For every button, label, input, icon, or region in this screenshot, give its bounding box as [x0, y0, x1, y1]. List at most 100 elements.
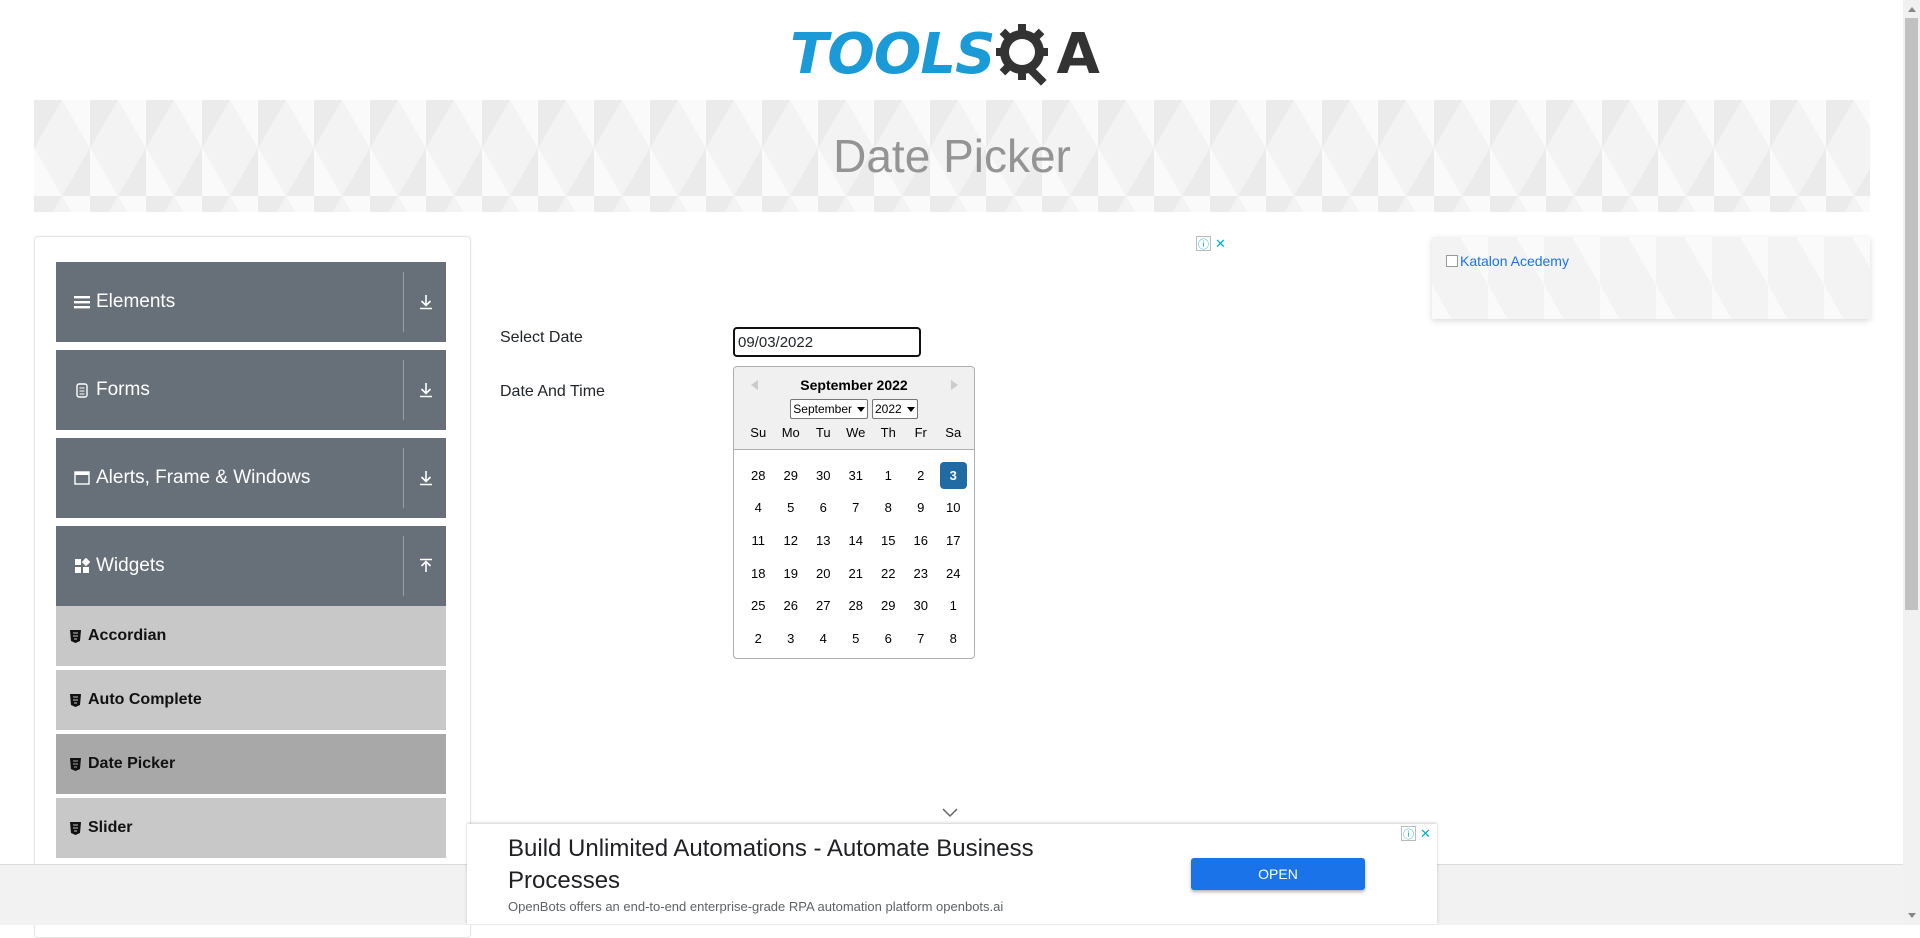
- year-select-value: 2022: [875, 402, 902, 416]
- sidebar-group-label: Forms: [96, 379, 150, 400]
- calendar-day[interactable]: 21: [840, 560, 873, 587]
- calendar-week: 25 26 27 28 29 30 1: [742, 589, 970, 622]
- download-arrow-icon[interactable]: [416, 380, 436, 400]
- toolsqa-logo[interactable]: TOOLS A: [790, 14, 1110, 94]
- chevron-down-icon: [857, 406, 865, 412]
- sidebar-item-label: Auto Complete: [88, 691, 202, 708]
- calendar-day[interactable]: 29: [775, 462, 808, 489]
- next-month-button[interactable]: [944, 375, 964, 395]
- calendar-day[interactable]: 2: [905, 462, 938, 489]
- sidebar-item-accordian[interactable]: Accordian: [56, 606, 446, 668]
- calendar-week: 18 19 20 21 22 23 24: [742, 557, 970, 590]
- right-ad[interactable]: Katalon Acedemy: [1432, 237, 1870, 319]
- calendar-day[interactable]: 16: [905, 527, 938, 554]
- calendar-day[interactable]: 27: [807, 592, 840, 619]
- ad-info-icon[interactable]: ⓘ: [1401, 826, 1416, 841]
- date-input[interactable]: [733, 327, 921, 357]
- calendar-day[interactable]: 20: [807, 560, 840, 587]
- calendar-day-selected[interactable]: 3: [939, 461, 967, 489]
- calendar-week: 28 29 30 31 1 2 3: [742, 459, 970, 492]
- broken-image-alt: Katalon Acedemy: [1460, 253, 1569, 269]
- bottom-ad[interactable]: Build Unlimited Automations - Automate B…: [467, 824, 1437, 924]
- chevron-down-icon[interactable]: [942, 808, 958, 818]
- calendar-day[interactable]: 30: [905, 592, 938, 619]
- hamburger-icon: [74, 294, 90, 310]
- page-scrollbar[interactable]: [1903, 0, 1920, 924]
- calendar-day[interactable]: 28: [742, 462, 775, 489]
- ad-close-icon[interactable]: ✕: [1418, 826, 1433, 841]
- calendar-day[interactable]: 24: [937, 560, 970, 587]
- ad-info-icon[interactable]: ⓘ: [1196, 236, 1211, 251]
- calendar-day[interactable]: 6: [872, 625, 905, 652]
- sidebar-item-label: Slider: [88, 819, 133, 836]
- sidebar-group-elements[interactable]: Elements: [56, 262, 446, 342]
- calendar-day[interactable]: 4: [742, 494, 775, 521]
- broken-image[interactable]: Katalon Acedemy: [1446, 253, 1569, 269]
- date-time-label: Date And Time: [500, 383, 605, 400]
- calendar-day[interactable]: 1: [872, 462, 905, 489]
- calendar-day[interactable]: 8: [937, 625, 970, 652]
- scroll-thumb[interactable]: [1905, 18, 1918, 610]
- calendar-day[interactable]: 18: [742, 560, 775, 587]
- calendar-day[interactable]: 22: [872, 560, 905, 587]
- html5-icon: [70, 693, 82, 707]
- upload-arrow-icon[interactable]: [416, 556, 436, 576]
- calendar-day[interactable]: 17: [937, 527, 970, 554]
- sidebar-item-auto-complete[interactable]: Auto Complete: [56, 670, 446, 732]
- calendar-day[interactable]: 5: [775, 494, 808, 521]
- calendar-day[interactable]: 7: [905, 625, 938, 652]
- calendar-day[interactable]: 4: [807, 625, 840, 652]
- month-select[interactable]: September: [790, 399, 868, 419]
- sidebar-group-alerts[interactable]: Alerts, Frame & Windows: [56, 438, 446, 518]
- day-name: We: [846, 425, 866, 440]
- calendar-day[interactable]: 31: [840, 462, 873, 489]
- scroll-down-icon[interactable]: [1903, 907, 1920, 924]
- calendar-day[interactable]: 28: [840, 592, 873, 619]
- ad-close-icon[interactable]: ✕: [1213, 236, 1228, 251]
- calendar-day[interactable]: 25: [742, 592, 775, 619]
- calendar-day[interactable]: 30: [807, 462, 840, 489]
- day-names-row: Su Mo Tu We Th Fr Sa: [742, 425, 970, 440]
- calendar-month-grid: 28 29 30 31 1 2 3 4 5 6 7 8 9 10 11 12 1…: [742, 459, 970, 655]
- calendar-day[interactable]: 10: [937, 494, 970, 521]
- download-arrow-icon[interactable]: [416, 292, 436, 312]
- calendar-day[interactable]: 15: [872, 527, 905, 554]
- download-arrow-icon[interactable]: [416, 468, 436, 488]
- calendar-day[interactable]: 2: [742, 625, 775, 652]
- sidebar-item-slider[interactable]: Slider: [56, 798, 446, 860]
- day-name: Th: [880, 425, 896, 440]
- divider: [403, 360, 404, 420]
- calendar-day[interactable]: 1: [937, 592, 970, 619]
- page-title: Date Picker: [833, 130, 1071, 182]
- calendar-day[interactable]: 29: [872, 592, 905, 619]
- sidebar-group-widgets[interactable]: Widgets: [56, 526, 446, 606]
- calendar-day[interactable]: 26: [775, 592, 808, 619]
- ad-open-button[interactable]: OPEN: [1191, 858, 1365, 890]
- page-banner: Date Picker: [34, 100, 1870, 212]
- ad-choices: ⓘ ✕: [1401, 826, 1433, 841]
- calendar-day[interactable]: 5: [840, 625, 873, 652]
- widgets-icon: [74, 558, 90, 574]
- ad-title[interactable]: Build Unlimited Automations - Automate B…: [508, 833, 1128, 897]
- calendar-day[interactable]: 19: [775, 560, 808, 587]
- day-name: Fr: [914, 425, 927, 440]
- scroll-up-icon[interactable]: [1903, 0, 1920, 17]
- calendar-day[interactable]: 9: [905, 494, 938, 521]
- select-date-label: Select Date: [500, 329, 583, 346]
- year-select[interactable]: 2022: [872, 399, 918, 419]
- document-icon: [74, 382, 90, 398]
- calendar-day[interactable]: 23: [905, 560, 938, 587]
- calendar-day[interactable]: 11: [742, 527, 775, 554]
- calendar-week: 4 5 6 7 8 9 10: [742, 492, 970, 525]
- calendar-day[interactable]: 13: [807, 527, 840, 554]
- sidebar-group-forms[interactable]: Forms: [56, 350, 446, 430]
- logo-suffix: A: [1056, 21, 1099, 87]
- calendar-day[interactable]: 6: [807, 494, 840, 521]
- day-name: Sa: [945, 425, 962, 440]
- calendar-day[interactable]: 8: [872, 494, 905, 521]
- calendar-day[interactable]: 3: [775, 625, 808, 652]
- calendar-day[interactable]: 7: [840, 494, 873, 521]
- calendar-day[interactable]: 14: [840, 527, 873, 554]
- calendar-day[interactable]: 12: [775, 527, 808, 554]
- sidebar-item-date-picker[interactable]: Date Picker: [56, 734, 446, 796]
